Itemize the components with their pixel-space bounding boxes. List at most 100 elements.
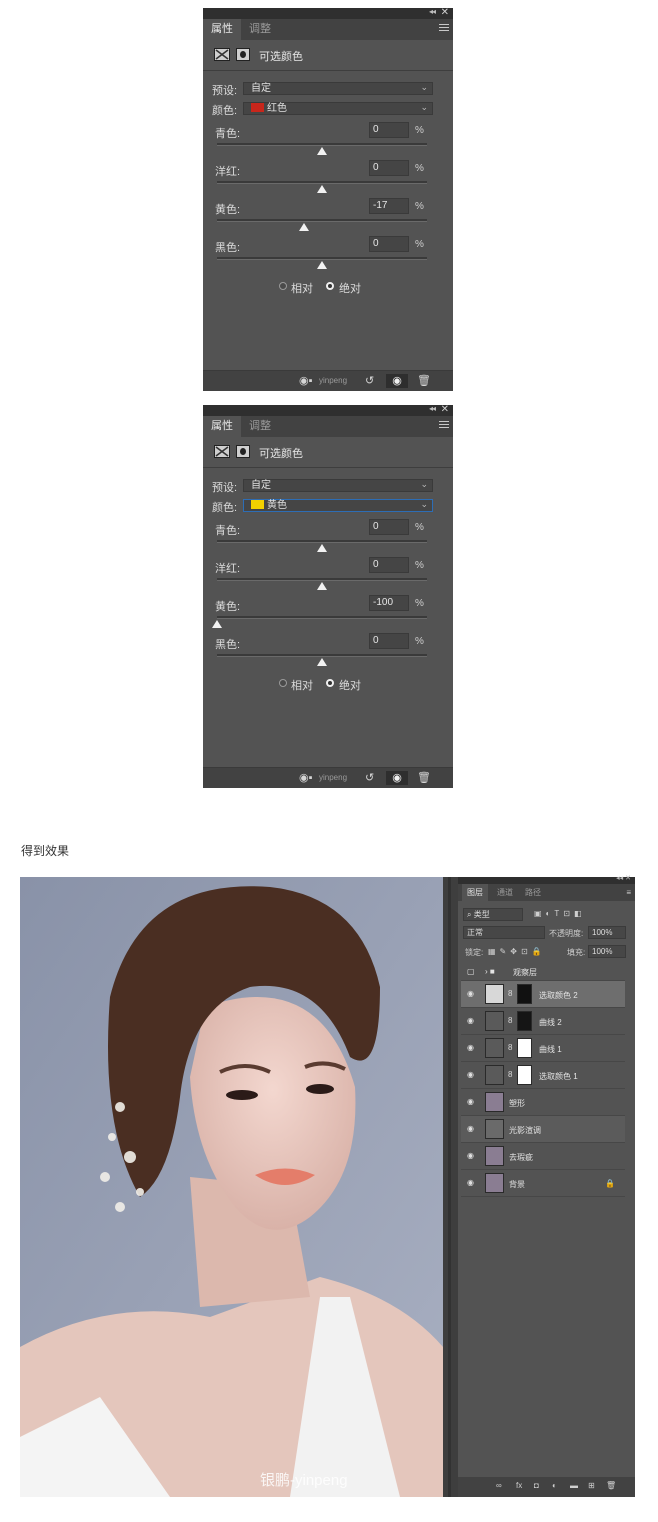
yellow-slider-thumb[interactable] (299, 223, 310, 231)
black-slider-thumb[interactable] (317, 658, 327, 666)
add-mask-icon[interactable]: ◘ (534, 1481, 539, 1490)
layer-row[interactable]: ◉ 8 选取颜色 1 (461, 1062, 625, 1089)
preset-dropdown[interactable]: 自定 ⌄ (243, 82, 433, 95)
fill-input[interactable]: 100% (588, 945, 626, 958)
layer-row[interactable]: ◉ 塑形 (461, 1089, 625, 1116)
mask-thumbnail (517, 1065, 532, 1085)
eye-icon[interactable]: ◉ (467, 1151, 474, 1160)
visibility-toggle-icon[interactable]: ▢ (467, 967, 475, 976)
layer-mask-icon[interactable] (236, 445, 250, 458)
color-swatch (251, 500, 264, 509)
cyan-slider-thumb[interactable] (317, 544, 327, 552)
black-slider-track[interactable] (217, 654, 427, 657)
fx-icon[interactable]: fx (516, 1481, 522, 1490)
color-dropdown[interactable]: 黄色 ⌄ (243, 499, 433, 512)
layer-row[interactable]: ◉ 光影渲调 (461, 1116, 625, 1143)
cyan-slider-track[interactable] (217, 540, 427, 543)
panel-divider[interactable] (443, 877, 458, 1497)
collapse-icon[interactable]: ◂◂ (429, 404, 436, 413)
yellow-slider-track[interactable] (217, 219, 427, 222)
yellow-input[interactable]: -17 (369, 198, 409, 214)
tab-channels[interactable]: 通道 (492, 884, 518, 901)
magenta-slider-thumb[interactable] (317, 185, 327, 193)
eye-icon[interactable]: ◉ (467, 989, 474, 998)
magenta-slider-track[interactable] (217, 181, 427, 184)
layers-menu-icon[interactable]: ≡ (626, 888, 631, 897)
collapse-icon[interactable]: ◂◂ ✕ (616, 874, 631, 882)
layer-row[interactable]: ◉ 去瑕疵 (461, 1143, 625, 1170)
close-icon[interactable]: ✕ (441, 7, 449, 18)
curves-thumbnail (485, 1038, 504, 1058)
relative-radio[interactable] (279, 282, 287, 290)
chevron-down-icon: ⌄ (420, 499, 428, 509)
cyan-slider-thumb[interactable] (317, 147, 327, 155)
layer-mask-icon[interactable] (236, 48, 250, 61)
layer-row[interactable]: ◉ 8 曲线 2 (461, 1008, 625, 1035)
eye-icon[interactable]: ◉ (467, 1016, 474, 1025)
absolute-radio[interactable] (326, 282, 334, 290)
relative-radio[interactable] (279, 679, 287, 687)
delete-layer-icon[interactable]: 🗑 (606, 1481, 616, 1490)
yellow-input[interactable]: -100 (369, 595, 409, 611)
link-layers-icon[interactable]: ∞ (496, 1481, 502, 1490)
layer-filter-dropdown[interactable]: ⌕ 类型 (463, 908, 523, 921)
link-icon: 8 (508, 1070, 513, 1079)
trash-icon[interactable]: 🗑 (417, 374, 431, 388)
eye-icon[interactable]: ◉ (467, 1124, 474, 1133)
panel-menu-icon[interactable] (439, 24, 449, 34)
tab-adjustments[interactable]: 调整 (241, 416, 279, 437)
lock-icons[interactable]: ▦✎✥⊡🔒 (488, 947, 546, 956)
absolute-radio[interactable] (326, 679, 334, 687)
layer-row[interactable]: ▢ › ■ 观察层 (461, 963, 625, 981)
tab-properties[interactable]: 属性 (203, 19, 241, 40)
cyan-input[interactable]: 0 (369, 122, 409, 138)
mask-thumbnail (517, 1011, 532, 1031)
layer-row[interactable]: ◉ 8 选取颜色 2 (461, 981, 625, 1008)
panel-menu-icon[interactable] (439, 421, 449, 431)
tab-properties[interactable]: 属性 (203, 416, 241, 437)
magenta-input[interactable]: 0 (369, 557, 409, 573)
close-icon[interactable]: ✕ (441, 404, 449, 415)
magenta-input[interactable]: 0 (369, 160, 409, 176)
magenta-slider-thumb[interactable] (317, 582, 327, 590)
yellow-slider-track[interactable] (217, 616, 427, 619)
new-group-icon[interactable]: ▬ (570, 1481, 578, 1490)
layer-name: 塑形 (509, 1099, 525, 1108)
tab-paths[interactable]: 路径 (520, 884, 546, 901)
black-input[interactable]: 0 (369, 236, 409, 252)
image-thumbnail (485, 1092, 504, 1112)
eye-icon[interactable]: ◉ (467, 1070, 474, 1079)
black-input[interactable]: 0 (369, 633, 409, 649)
tab-layers[interactable]: 图层 (462, 884, 488, 901)
blend-mode-dropdown[interactable]: 正常 (463, 926, 545, 939)
trash-icon[interactable]: 🗑 (417, 771, 431, 785)
lock-icon: 🔒 (605, 1179, 615, 1188)
black-slider-thumb[interactable] (317, 261, 327, 269)
cyan-input[interactable]: 0 (369, 519, 409, 535)
collapse-icon[interactable]: ◂◂ (429, 7, 436, 16)
opacity-input[interactable]: 100% (588, 926, 626, 939)
cyan-slider-track[interactable] (217, 143, 427, 146)
color-dropdown[interactable]: 红色 ⌄ (243, 102, 433, 115)
new-layer-icon[interactable]: ⊞ (588, 1481, 595, 1490)
clip-to-layer-icon[interactable]: ◉▪ (299, 374, 313, 388)
tab-adjustments[interactable]: 调整 (241, 19, 279, 40)
reset-icon[interactable]: ↺ (365, 771, 374, 785)
magenta-slider-track[interactable] (217, 578, 427, 581)
filter-icons[interactable]: ▣◐T⊡◧ (534, 909, 586, 918)
adjustment-layer-icon[interactable]: ◐ (552, 1481, 557, 1490)
eye-icon[interactable]: ◉ (467, 1097, 474, 1106)
eye-icon[interactable]: ◉ (467, 1043, 474, 1052)
yellow-slider-thumb[interactable] (212, 620, 222, 628)
preset-dropdown[interactable]: 自定 ⌄ (243, 479, 433, 492)
clip-to-layer-icon[interactable]: ◉▪ (299, 771, 313, 785)
layer-row[interactable]: ◉ 8 曲线 1 (461, 1035, 625, 1062)
preset-label: 预设: (212, 482, 238, 494)
eye-icon[interactable]: ◉ (467, 1178, 474, 1187)
black-slider-track[interactable] (217, 257, 427, 260)
visibility-eye-icon[interactable]: ◉ (386, 771, 408, 785)
yellow-unit: % (415, 201, 424, 212)
visibility-eye-icon[interactable]: ◉ (386, 374, 408, 388)
reset-icon[interactable]: ↺ (365, 374, 374, 388)
layer-row[interactable]: ◉ 背景 🔒 (461, 1170, 625, 1197)
